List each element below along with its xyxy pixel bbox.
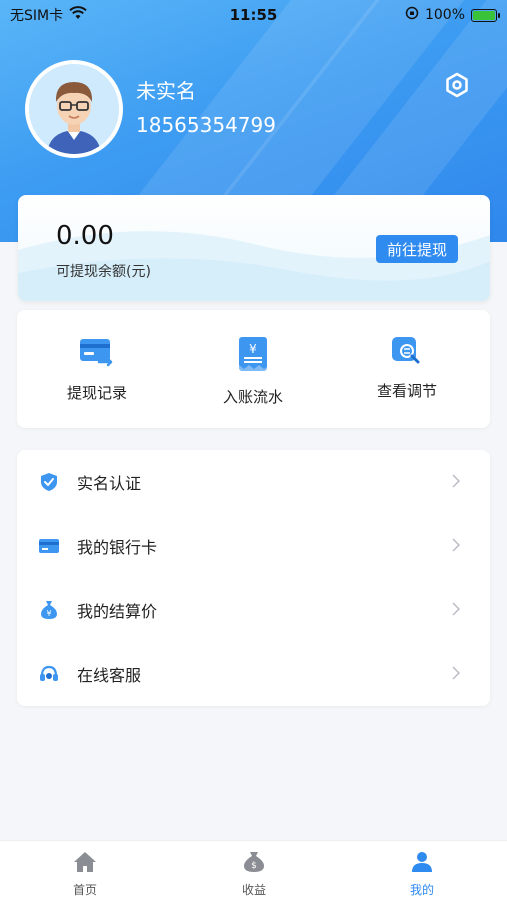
quick-action-label: 提现记录 <box>66 384 127 402</box>
settings-button[interactable] <box>442 72 472 102</box>
quick-action-income-flow[interactable]: ¥ 入账流水 <box>183 336 323 407</box>
headset-icon <box>39 664 59 684</box>
menu-item-label: 我的结算价 <box>77 602 158 621</box>
battery-percent: 100% <box>424 7 465 23</box>
menu-item-settlement-price[interactable]: ¥ 我的结算价 <box>17 578 490 642</box>
tab-home[interactable]: 首页 <box>35 851 135 898</box>
home-icon <box>35 851 135 877</box>
menu-item-online-service[interactable]: 在线客服 <box>17 642 490 706</box>
carrier-label: 无SIM卡 <box>10 8 64 24</box>
quick-action-label: 查看调节 <box>376 382 437 400</box>
money-bag-icon: $ <box>204 851 304 877</box>
shield-check-icon <box>39 472 59 492</box>
avatar[interactable] <box>25 60 123 158</box>
quick-actions-card: 提现记录 ¥ 入账流水 查看调节 <box>17 310 490 428</box>
menu-item-label: 我的银行卡 <box>77 538 158 557</box>
tab-bar: 首页 $ 收益 我的 <box>0 840 507 900</box>
card-transfer-icon <box>27 336 167 372</box>
quick-action-withdraw-records[interactable]: 提现记录 <box>27 336 167 403</box>
menu-item-label: 实名认证 <box>77 474 142 493</box>
receipt-icon: ¥ <box>183 336 323 376</box>
svg-text:¥: ¥ <box>249 342 257 356</box>
orientation-lock-icon <box>405 6 419 24</box>
bank-card-icon <box>39 536 59 556</box>
tab-label: 收益 <box>241 883 266 897</box>
chevron-right-icon <box>452 665 461 684</box>
svg-text:¥: ¥ <box>46 609 51 618</box>
tab-label: 首页 <box>72 883 97 897</box>
search-adjust-icon <box>337 336 477 370</box>
user-phone: 18565354799 <box>136 113 276 137</box>
battery-icon <box>471 8 500 22</box>
wifi-icon <box>69 6 87 24</box>
balance-card: 0.00 可提现余额(元) 前往提现 <box>18 195 490 301</box>
menu-item-real-name-auth[interactable]: 实名认证 <box>17 450 490 514</box>
quick-action-label: 入账流水 <box>222 388 283 406</box>
svg-text:$: $ <box>251 861 257 871</box>
menu-item-label: 在线客服 <box>77 666 142 685</box>
balance-label: 可提现余额(元) <box>56 264 151 280</box>
settings-hexagon-icon <box>444 72 470 102</box>
chevron-right-icon <box>452 537 461 556</box>
tab-mine[interactable]: 我的 <box>372 851 472 898</box>
quick-action-view-adjustment[interactable]: 查看调节 <box>337 336 477 401</box>
menu-list: 实名认证 我的银行卡 ¥ 我的结算价 在线客服 <box>17 450 490 706</box>
user-icon <box>372 851 472 877</box>
withdraw-button[interactable]: 前往提现 <box>376 235 458 263</box>
user-name: 未实名 <box>136 79 196 103</box>
chevron-right-icon <box>452 601 461 620</box>
tab-earnings[interactable]: $ 收益 <box>204 851 304 898</box>
menu-item-bank-card[interactable]: 我的银行卡 <box>17 514 490 578</box>
status-bar: 无SIM卡 11:55 100% <box>0 0 507 30</box>
tab-label: 我的 <box>409 883 434 897</box>
money-bag-icon: ¥ <box>39 600 59 620</box>
chevron-right-icon <box>452 473 461 492</box>
balance-amount: 0.00 <box>56 221 114 251</box>
